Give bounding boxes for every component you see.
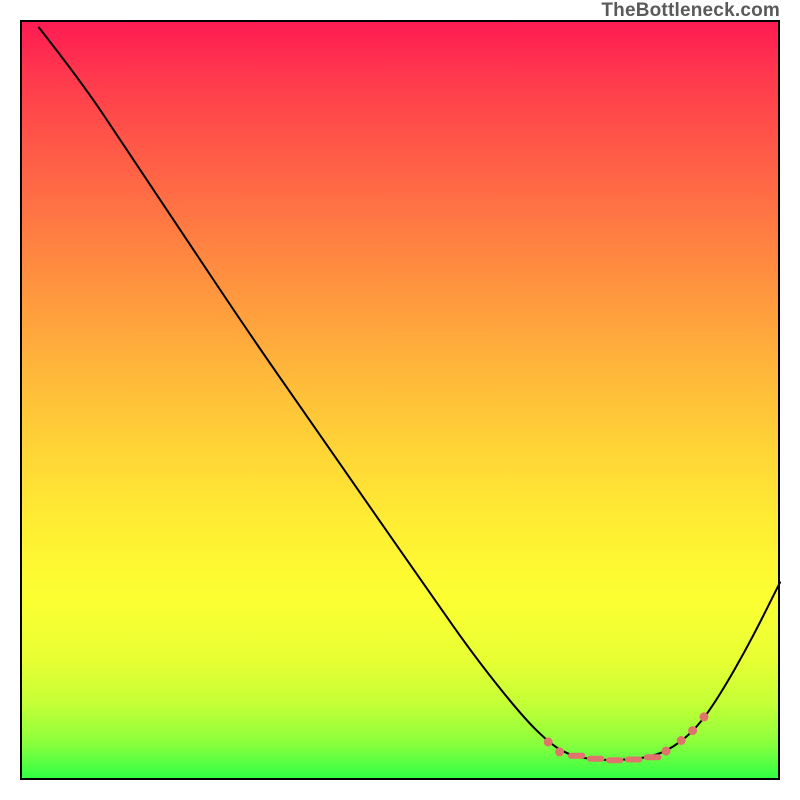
watermark-text: TheBottleneck.com xyxy=(601,0,780,22)
highlight-dot xyxy=(555,747,564,756)
highlight-dot xyxy=(688,726,697,735)
highlight-dot xyxy=(662,747,671,756)
highlight-dot xyxy=(544,738,553,747)
chart-plot xyxy=(20,20,780,780)
bottleneck-curve xyxy=(39,28,780,760)
chart-canvas: TheBottleneck.com xyxy=(0,0,800,800)
highlight-dot xyxy=(700,712,709,721)
highlight-dot xyxy=(677,736,686,745)
